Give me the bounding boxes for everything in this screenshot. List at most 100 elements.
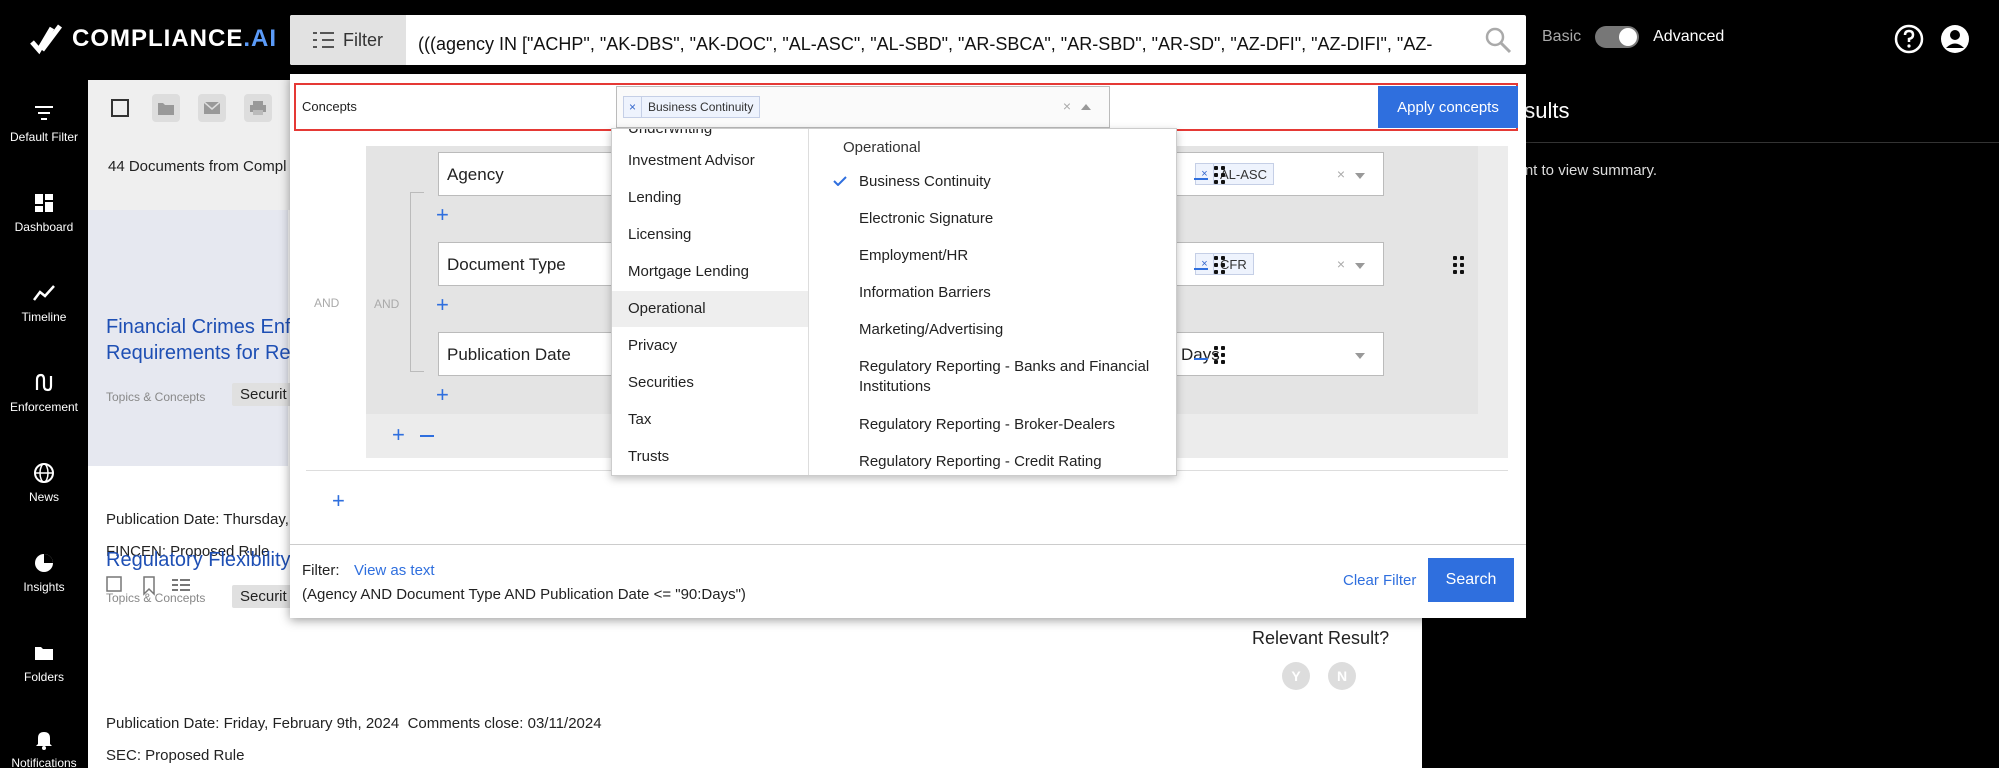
results-toolbar (106, 94, 272, 122)
category-item[interactable]: Licensing (612, 217, 808, 253)
concept-option[interactable]: Regulatory Reporting - Broker-Dealers (859, 415, 1159, 435)
sidebar-item-folders[interactable]: Folders (0, 642, 88, 684)
clear-icon[interactable]: × (1337, 166, 1345, 182)
field-select-publication-date[interactable]: Publication Date (438, 332, 628, 376)
concept-option[interactable]: Regulatory Reporting - Credit Rating (859, 452, 1159, 472)
concept-option[interactable]: Regulatory Reporting - Banks and Financi… (859, 357, 1159, 397)
add-condition-plus-icon[interactable]: + (436, 294, 449, 316)
chip-remove-icon[interactable]: × (1196, 164, 1214, 184)
sidebar-item-enforcement[interactable]: Enforcement (0, 372, 88, 414)
value-select-publication-date[interactable]: Days (1174, 332, 1384, 376)
clear-filter-link[interactable]: Clear Filter (1343, 572, 1416, 589)
and-operator-outer[interactable]: AND (314, 296, 339, 310)
concepts-select[interactable]: × Business Continuity × (616, 86, 1110, 128)
filter-button[interactable]: Filter (290, 15, 406, 65)
chip-remove-icon[interactable]: × (1196, 254, 1214, 274)
drag-handle-icon[interactable] (1214, 346, 1226, 364)
search-button[interactable]: Search (1428, 558, 1514, 602)
select-all-checkbox[interactable] (106, 94, 134, 122)
advanced-mode-label[interactable]: Advanced (1653, 28, 1724, 46)
document-title[interactable]: Regulatory Flexibility (106, 547, 291, 573)
field-select-document-type[interactable]: Document Type (438, 242, 628, 286)
remove-condition-icon[interactable] (1194, 358, 1208, 360)
relevant-yes-button[interactable]: Y (1282, 662, 1310, 690)
sidebar-item-dashboard[interactable]: Dashboard (0, 192, 88, 234)
chevron-up-icon[interactable] (1081, 104, 1091, 110)
concepts-dropdown: Underwriting Investment Advisor Lending … (611, 128, 1177, 476)
category-item[interactable]: Lending (612, 180, 808, 216)
concept-option[interactable]: Electronic Signature (859, 209, 1159, 229)
sidebar-item-default-filter[interactable]: Default Filter (0, 102, 88, 144)
logo[interactable]: COMPLIANCE.AI (30, 22, 277, 56)
comments-close: Comments close: 03/11/2024 (407, 715, 602, 732)
add-rule-plus-icon[interactable]: + (332, 488, 345, 514)
concept-option-selected[interactable]: Business Continuity (859, 172, 1159, 192)
chevron-down-icon[interactable] (1355, 173, 1365, 179)
sidebar: Default Filter Dashboard Timeline Enforc… (0, 80, 88, 768)
group-drag-handle-icon[interactable] (1453, 256, 1465, 274)
print-button[interactable] (244, 94, 272, 122)
search-bar: Filter (((agency IN ["ACHP", "AK-DBS", "… (290, 15, 1526, 65)
apply-concepts-button[interactable]: Apply concepts (1378, 86, 1518, 128)
remove-condition-icon[interactable] (1194, 268, 1208, 270)
chip-remove-icon[interactable]: × (624, 97, 642, 117)
value-select-agency[interactable]: × AL-ASC × (1174, 152, 1384, 196)
document-count: 44 Documents from Compl (108, 158, 287, 175)
category-item[interactable]: Trusts (612, 439, 808, 475)
filter-list-icon (313, 32, 334, 48)
remove-group-icon[interactable] (420, 435, 434, 437)
category-item[interactable]: Mortgage Lending (612, 254, 808, 290)
add-group-plus-icon[interactable]: + (392, 424, 405, 446)
chevron-down-icon[interactable] (1355, 353, 1365, 359)
add-condition-plus-icon[interactable]: + (436, 204, 449, 226)
topic-tag[interactable]: Securit (232, 585, 295, 608)
remove-condition-icon[interactable] (1194, 178, 1208, 180)
email-button[interactable] (198, 94, 226, 122)
clear-icon[interactable]: × (1063, 98, 1071, 114)
sidebar-item-label: Dashboard (14, 220, 74, 234)
sidebar-item-label: Insights (23, 580, 65, 594)
sidebar-item-timeline[interactable]: Timeline (0, 282, 88, 324)
concept-option[interactable]: Marketing/Advertising (859, 320, 1159, 340)
sidebar-item-insights[interactable]: Insights (0, 552, 88, 594)
category-item[interactable]: Securities (612, 365, 808, 401)
filter-icon (35, 106, 53, 120)
search-icon[interactable] (1484, 26, 1512, 54)
category-item[interactable]: Tax (612, 402, 808, 438)
relevant-result-label: Relevant Result? (1252, 628, 1390, 648)
query-input[interactable]: (((agency IN ["ACHP", "AK-DBS", "AK-DOC"… (418, 29, 1458, 65)
print-icon (250, 101, 266, 115)
view-as-text-link[interactable]: View as text (354, 562, 435, 579)
sidebar-item-label: Notifications (11, 756, 77, 768)
and-operator-inner[interactable]: AND (374, 297, 399, 311)
basic-mode-label[interactable]: Basic (1542, 28, 1581, 46)
mode-switch[interactable] (1595, 26, 1640, 48)
document-title-line2[interactable]: Requirements for Reg (106, 340, 302, 366)
value-select-document-type[interactable]: × CFR × (1174, 242, 1384, 286)
sidebar-item-news[interactable]: News (0, 462, 88, 504)
sidebar-item-label: News (28, 490, 59, 504)
concept-chip: × Business Continuity (623, 96, 761, 118)
concept-option[interactable]: Employment/HR (859, 246, 1159, 266)
help-icon[interactable] (1893, 23, 1925, 55)
chevron-down-icon[interactable] (1355, 263, 1365, 269)
add-to-folder-button[interactable] (152, 94, 180, 122)
add-condition-plus-icon[interactable]: + (436, 384, 449, 406)
sidebar-item-notifications[interactable]: Notifications (0, 728, 88, 768)
topic-tag[interactable]: Securit (232, 383, 295, 406)
account-icon[interactable] (1939, 23, 1971, 55)
drag-handle-icon[interactable] (1214, 166, 1226, 184)
category-item-active[interactable]: Operational (612, 291, 808, 327)
concept-option[interactable]: Information Barriers (859, 283, 1159, 303)
document-title[interactable]: Financial Crimes Enfo (106, 314, 302, 340)
clear-icon[interactable]: × (1337, 256, 1345, 272)
field-select-agency[interactable]: Agency (438, 152, 628, 196)
category-item[interactable]: Privacy (612, 328, 808, 364)
category-item[interactable]: Investment Advisor (612, 143, 808, 179)
globe-icon (34, 463, 54, 483)
sidebar-item-label: Enforcement (9, 400, 79, 414)
timeline-icon (33, 285, 55, 301)
drag-handle-icon[interactable] (1214, 256, 1226, 274)
relevant-no-button[interactable]: N (1328, 662, 1356, 690)
dashboard-icon (35, 194, 53, 212)
